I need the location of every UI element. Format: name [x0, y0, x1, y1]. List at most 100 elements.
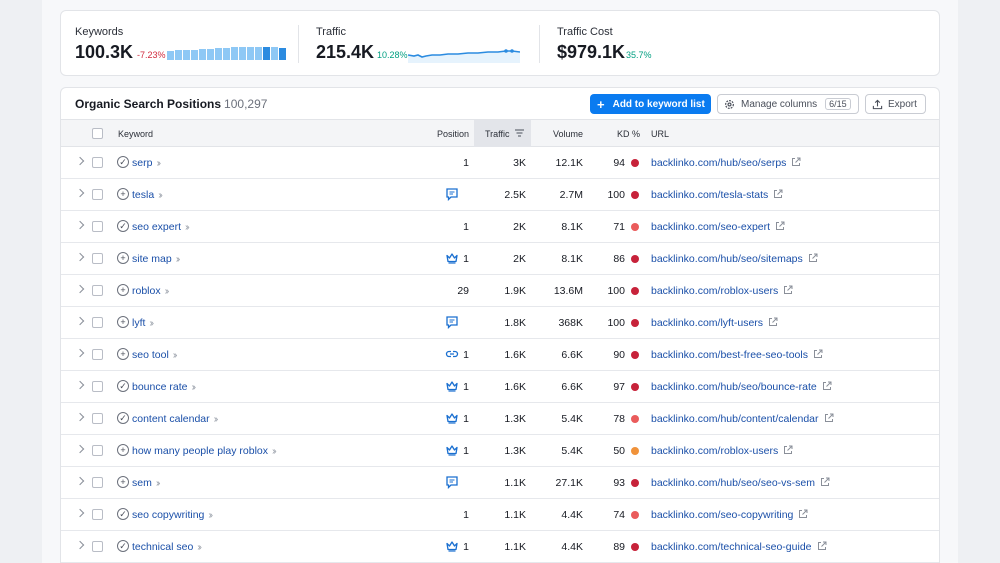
table-row[interactable]: ✓ seo expert ›› 1 2K 8.1K 71 backlinko.com/seo-…: [61, 211, 939, 243]
keyword-link[interactable]: seo copywriting ››: [132, 509, 213, 521]
external-link-icon[interactable]: [791, 157, 801, 167]
external-link-icon[interactable]: [773, 189, 783, 199]
row-checkbox[interactable]: [92, 541, 103, 552]
row-checkbox[interactable]: [92, 413, 103, 424]
expand-chevron-icon[interactable]: [75, 444, 85, 454]
header-kd[interactable]: KD %: [617, 129, 640, 139]
keyword-link[interactable]: tesla ››: [132, 189, 163, 201]
url-link[interactable]: backlinko.com/roblox-users: [651, 445, 793, 457]
keyword-link[interactable]: sem ››: [132, 477, 160, 489]
table-row[interactable]: + seo tool ›› 1 1.6K 6.6K 90 backlinko.com/best…: [61, 339, 939, 371]
external-link-icon[interactable]: [822, 381, 832, 391]
double-chevron-icon[interactable]: ››: [185, 222, 189, 233]
external-link-icon[interactable]: [783, 285, 793, 295]
keyword-link[interactable]: roblox ››: [132, 285, 169, 297]
traffic-cost-metric[interactable]: Traffic Cost $979.1K 35.7%: [557, 11, 777, 77]
url-link[interactable]: backlinko.com/hub/seo/serps: [651, 157, 801, 169]
header-position[interactable]: Position: [437, 129, 469, 139]
traffic-metric[interactable]: Traffic 215.4K 10.28%: [316, 11, 536, 77]
expand-chevron-icon[interactable]: [75, 380, 85, 390]
table-row[interactable]: + roblox ›› 29 1.9K 13.6M 100 backlinko.com/rob…: [61, 275, 939, 307]
url-link[interactable]: backlinko.com/technical-seo-guide: [651, 541, 827, 553]
url-link[interactable]: backlinko.com/hub/seo/seo-vs-sem: [651, 477, 830, 489]
keyword-link[interactable]: lyft ››: [132, 317, 154, 329]
expand-chevron-icon[interactable]: [75, 412, 85, 422]
keyword-link[interactable]: bounce rate ››: [132, 381, 196, 393]
external-link-icon[interactable]: [783, 445, 793, 455]
header-traffic[interactable]: Traffic: [485, 129, 525, 139]
export-button[interactable]: Export: [865, 94, 926, 114]
external-link-icon[interactable]: [775, 221, 785, 231]
external-link-icon[interactable]: [824, 413, 834, 423]
select-all-checkbox[interactable]: [92, 128, 103, 139]
expand-chevron-icon[interactable]: [75, 156, 85, 166]
expand-chevron-icon[interactable]: [75, 252, 85, 262]
row-checkbox[interactable]: [92, 349, 103, 360]
expand-chevron-icon[interactable]: [75, 284, 85, 294]
table-row[interactable]: + sem ›› 1.1K 27.1K 93 backlinko.com/hub/seo/s…: [61, 467, 939, 499]
keyword-link[interactable]: seo tool ››: [132, 349, 177, 361]
row-checkbox[interactable]: [92, 381, 103, 392]
expand-chevron-icon[interactable]: [75, 476, 85, 486]
header-keyword[interactable]: Keyword: [118, 129, 153, 139]
table-row[interactable]: + lyft ›› 1.8K 368K 100 backlinko.com/lyft-use…: [61, 307, 939, 339]
table-row[interactable]: ✓ content calendar ›› 1 1.3K 5.4K 78 backlinko.…: [61, 403, 939, 435]
row-checkbox[interactable]: [92, 477, 103, 488]
external-link-icon[interactable]: [808, 253, 818, 263]
double-chevron-icon[interactable]: ››: [191, 382, 195, 393]
double-chevron-icon[interactable]: ››: [197, 542, 201, 553]
expand-chevron-icon[interactable]: [75, 508, 85, 518]
double-chevron-icon[interactable]: ››: [158, 190, 162, 201]
url-link[interactable]: backlinko.com/seo-expert: [651, 221, 785, 233]
row-checkbox[interactable]: [92, 445, 103, 456]
row-checkbox[interactable]: [92, 317, 103, 328]
double-chevron-icon[interactable]: ››: [176, 254, 180, 265]
double-chevron-icon[interactable]: ››: [272, 446, 276, 457]
double-chevron-icon[interactable]: ››: [165, 286, 169, 297]
table-row[interactable]: + site map ›› 1 2K 8.1K 86 backlinko.com/hub/se…: [61, 243, 939, 275]
keyword-link[interactable]: serp ››: [132, 157, 161, 169]
external-link-icon[interactable]: [768, 317, 778, 327]
expand-chevron-icon[interactable]: [75, 348, 85, 358]
external-link-icon[interactable]: [813, 349, 823, 359]
header-volume[interactable]: Volume: [553, 129, 583, 139]
keyword-link[interactable]: technical seo ››: [132, 541, 202, 553]
table-row[interactable]: + how many people play roblox ›› 1 1.3K 5.4K 5…: [61, 435, 939, 467]
double-chevron-icon[interactable]: ››: [208, 510, 212, 521]
keyword-link[interactable]: how many people play roblox ››: [132, 445, 276, 457]
expand-chevron-icon[interactable]: [75, 188, 85, 198]
url-link[interactable]: backlinko.com/lyft-users: [651, 317, 778, 329]
double-chevron-icon[interactable]: ››: [156, 478, 160, 489]
external-link-icon[interactable]: [817, 541, 827, 551]
row-checkbox[interactable]: [92, 253, 103, 264]
row-checkbox[interactable]: [92, 189, 103, 200]
row-checkbox[interactable]: [92, 509, 103, 520]
expand-chevron-icon[interactable]: [75, 220, 85, 230]
double-chevron-icon[interactable]: ››: [214, 414, 218, 425]
manage-columns-button[interactable]: Manage columns 6/15: [717, 94, 859, 114]
keyword-link[interactable]: site map ››: [132, 253, 180, 265]
double-chevron-icon[interactable]: ››: [149, 318, 153, 329]
url-link[interactable]: backlinko.com/roblox-users: [651, 285, 793, 297]
table-row[interactable]: ✓ bounce rate ›› 1 1.6K 6.6K 97 backlinko.com/h…: [61, 371, 939, 403]
url-link[interactable]: backlinko.com/best-free-seo-tools: [651, 349, 823, 361]
url-link[interactable]: backlinko.com/hub/seo/sitemaps: [651, 253, 818, 265]
expand-chevron-icon[interactable]: [75, 540, 85, 550]
double-chevron-icon[interactable]: ››: [156, 158, 160, 169]
row-checkbox[interactable]: [92, 221, 103, 232]
keyword-link[interactable]: seo expert ››: [132, 221, 189, 233]
url-link[interactable]: backlinko.com/tesla-stats: [651, 189, 783, 201]
expand-chevron-icon[interactable]: [75, 316, 85, 326]
table-row[interactable]: + tesla ›› 2.5K 2.7M 100 backlinko.com/tesla-s…: [61, 179, 939, 211]
external-link-icon[interactable]: [798, 509, 808, 519]
url-link[interactable]: backlinko.com/hub/content/calendar: [651, 413, 834, 425]
external-link-icon[interactable]: [820, 477, 830, 487]
url-link[interactable]: backlinko.com/hub/seo/bounce-rate: [651, 381, 832, 393]
table-row[interactable]: ✓ seo copywriting ›› 1 1.1K 4.4K 74 backlinko.c…: [61, 499, 939, 531]
url-link[interactable]: backlinko.com/seo-copywriting: [651, 509, 808, 521]
table-row[interactable]: ✓ serp ›› 1 3K 12.1K 94 backlinko.com/hub/seo/s…: [61, 147, 939, 179]
add-to-keyword-list-button[interactable]: + Add to keyword list: [590, 94, 711, 114]
table-row[interactable]: ✓ technical seo ›› 1 1.1K 4.4K 89 backlinko.com…: [61, 531, 939, 563]
row-checkbox[interactable]: [92, 285, 103, 296]
header-url[interactable]: URL: [651, 129, 669, 139]
